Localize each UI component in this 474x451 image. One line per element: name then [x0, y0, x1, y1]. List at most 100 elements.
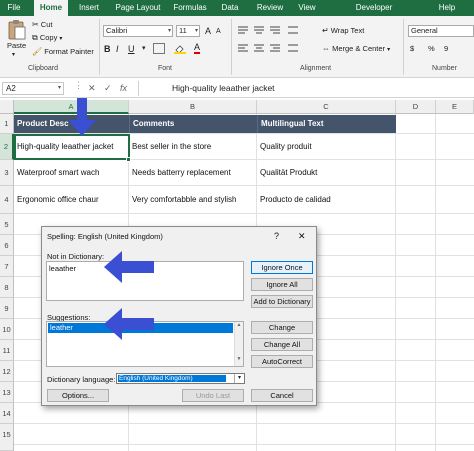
tab-developer[interactable]: Developer: [350, 0, 398, 16]
wrap-text-button[interactable]: ↵ Wrap Text: [322, 26, 364, 36]
number-format-select[interactable]: General: [408, 25, 474, 37]
change-all-button[interactable]: Change All: [251, 338, 313, 351]
help-icon[interactable]: ?: [274, 231, 279, 241]
tab-insert[interactable]: Insert: [72, 0, 106, 16]
row-header[interactable]: 3: [0, 160, 14, 186]
tab-review[interactable]: Review: [254, 0, 286, 16]
ignore-once-button[interactable]: Ignore Once: [251, 261, 313, 274]
tab-file[interactable]: File: [0, 0, 28, 16]
ignore-all-button[interactable]: Ignore All: [251, 278, 313, 291]
row-header[interactable]: 8: [0, 277, 14, 298]
annotation-arrow-left-icon: [104, 251, 154, 283]
row-header[interactable]: 2: [0, 134, 14, 160]
row-header[interactable]: 11: [0, 340, 14, 361]
cancel-button[interactable]: Cancel: [251, 389, 313, 402]
chevron-down-icon: ▾: [167, 28, 171, 34]
table-cell[interactable]: Needs batterry replacement: [130, 167, 231, 179]
row-header[interactable]: 14: [0, 403, 14, 424]
row-header[interactable]: 4: [0, 186, 14, 214]
name-box[interactable]: A2 ▾: [2, 82, 64, 95]
tab-data[interactable]: Data: [218, 0, 242, 16]
shrink-font-button[interactable]: A: [216, 27, 221, 37]
paste-button[interactable]: Paste ▾: [6, 19, 28, 59]
alignment-icons[interactable]: [236, 25, 306, 57]
change-button[interactable]: Change: [251, 321, 313, 334]
annotation-arrow-down-icon: [68, 98, 96, 136]
row-header[interactable]: 5: [0, 214, 14, 235]
grow-font-button[interactable]: A: [205, 26, 211, 36]
fill-color-button[interactable]: [174, 44, 186, 54]
column-header[interactable]: B: [129, 100, 257, 114]
tab-formulas[interactable]: Formulas: [170, 0, 210, 16]
tab-home[interactable]: Home: [34, 0, 68, 16]
comma-button[interactable]: 9: [444, 44, 448, 54]
row-header[interactable]: 6: [0, 235, 14, 256]
number-format-value: General: [411, 26, 438, 35]
percent-button[interactable]: %: [428, 44, 435, 54]
bold-button[interactable]: B: [104, 44, 111, 54]
row-header[interactable]: 15: [0, 424, 14, 451]
header-cell-multilingual[interactable]: Multilingual Text: [257, 115, 396, 133]
format-painter-button[interactable]: 🖌 Format Painter: [32, 47, 94, 57]
autocorrect-button[interactable]: AutoCorrect: [251, 355, 313, 368]
annotation-arrow-left-icon: [104, 308, 154, 340]
chevron-down-icon: ▾: [59, 36, 63, 42]
tab-view[interactable]: View: [294, 0, 320, 16]
table-cell[interactable]: Best seller in the store: [130, 141, 211, 153]
table-cell[interactable]: Ergonomic office chaur: [15, 194, 99, 206]
cancel-entry-icon[interactable]: ✕: [88, 83, 96, 94]
table-cell[interactable]: Very comfortabble and stylish: [130, 194, 237, 206]
header-cell-comments[interactable]: Comments: [129, 115, 257, 133]
dictionary-language-label: Dictionary language:: [47, 375, 116, 384]
currency-button[interactable]: $: [410, 44, 414, 54]
merge-center-button[interactable]: ⇔ Merge & Center ▾: [322, 44, 390, 55]
not-in-dictionary-label: Not in Dictionary:: [47, 252, 105, 261]
row-header[interactable]: 10: [0, 319, 14, 340]
tab-page-layout[interactable]: Page Layout: [112, 0, 164, 16]
row-header[interactable]: 9: [0, 298, 14, 319]
copy-button[interactable]: ⧉ Copy ▾: [32, 33, 62, 44]
chevron-down-icon[interactable]: ▾: [142, 44, 146, 54]
scissors-icon: ✂: [32, 20, 39, 30]
group-divider: [99, 19, 100, 75]
borders-icon[interactable]: [153, 43, 165, 54]
row-header[interactable]: 13: [0, 382, 14, 403]
add-to-dictionary-button[interactable]: Add to Dictionary: [251, 295, 313, 308]
table-cell[interactable]: High-quality leaather jacket: [15, 141, 114, 153]
options-button[interactable]: Options...: [47, 389, 109, 402]
alignment-group-label: Alignment: [300, 65, 332, 72]
italic-button[interactable]: I: [116, 44, 119, 54]
dictionary-language-select[interactable]: English (United Kingdom) ▾: [116, 373, 245, 384]
suggestions-scrollbar[interactable]: ▲ ▼: [234, 322, 243, 366]
font-size-value: 11: [179, 26, 187, 35]
fill-handle[interactable]: [126, 157, 131, 162]
chevron-down-icon: ▾: [234, 374, 244, 383]
undo-last-button[interactable]: Undo Last: [182, 389, 244, 402]
formula-input[interactable]: High-quality leaather jacket: [172, 83, 275, 93]
column-header[interactable]: D: [396, 100, 436, 114]
row-header[interactable]: 12: [0, 361, 14, 382]
table-cell[interactable]: Producto de calidad: [258, 194, 331, 206]
underline-button[interactable]: U: [128, 44, 135, 54]
function-icon[interactable]: fx: [120, 83, 127, 93]
font-name-select[interactable]: Calibri ▾: [103, 25, 173, 37]
row-header[interactable]: 1: [0, 114, 14, 134]
formula-divider: [138, 81, 139, 96]
tab-help[interactable]: Help: [434, 0, 460, 16]
table-cell[interactable]: Waterproof smart wach: [15, 167, 99, 179]
column-header[interactable]: C: [257, 100, 396, 114]
table-cell[interactable]: Quality produit: [258, 141, 312, 153]
enter-entry-icon[interactable]: ✓: [104, 83, 112, 94]
cut-button[interactable]: ✂ Cut: [32, 20, 52, 30]
gridline: [435, 114, 436, 451]
close-icon[interactable]: ✕: [298, 231, 306, 242]
table-cell[interactable]: Qualität Produkt: [258, 167, 317, 179]
dialog-title: Spelling: English (United Kingdom): [47, 232, 163, 241]
ribbon-body: Paste ▾ ✂ Cut ⧉ Copy ▾ 🖌 Format Painter …: [0, 16, 474, 78]
font-size-select[interactable]: 11 ▾: [176, 25, 200, 37]
font-color-button[interactable]: A: [194, 43, 201, 54]
column-header[interactable]: E: [436, 100, 474, 114]
row-header[interactable]: 7: [0, 256, 14, 277]
font-group-label: Font: [158, 65, 173, 72]
select-all-corner[interactable]: [0, 100, 14, 114]
